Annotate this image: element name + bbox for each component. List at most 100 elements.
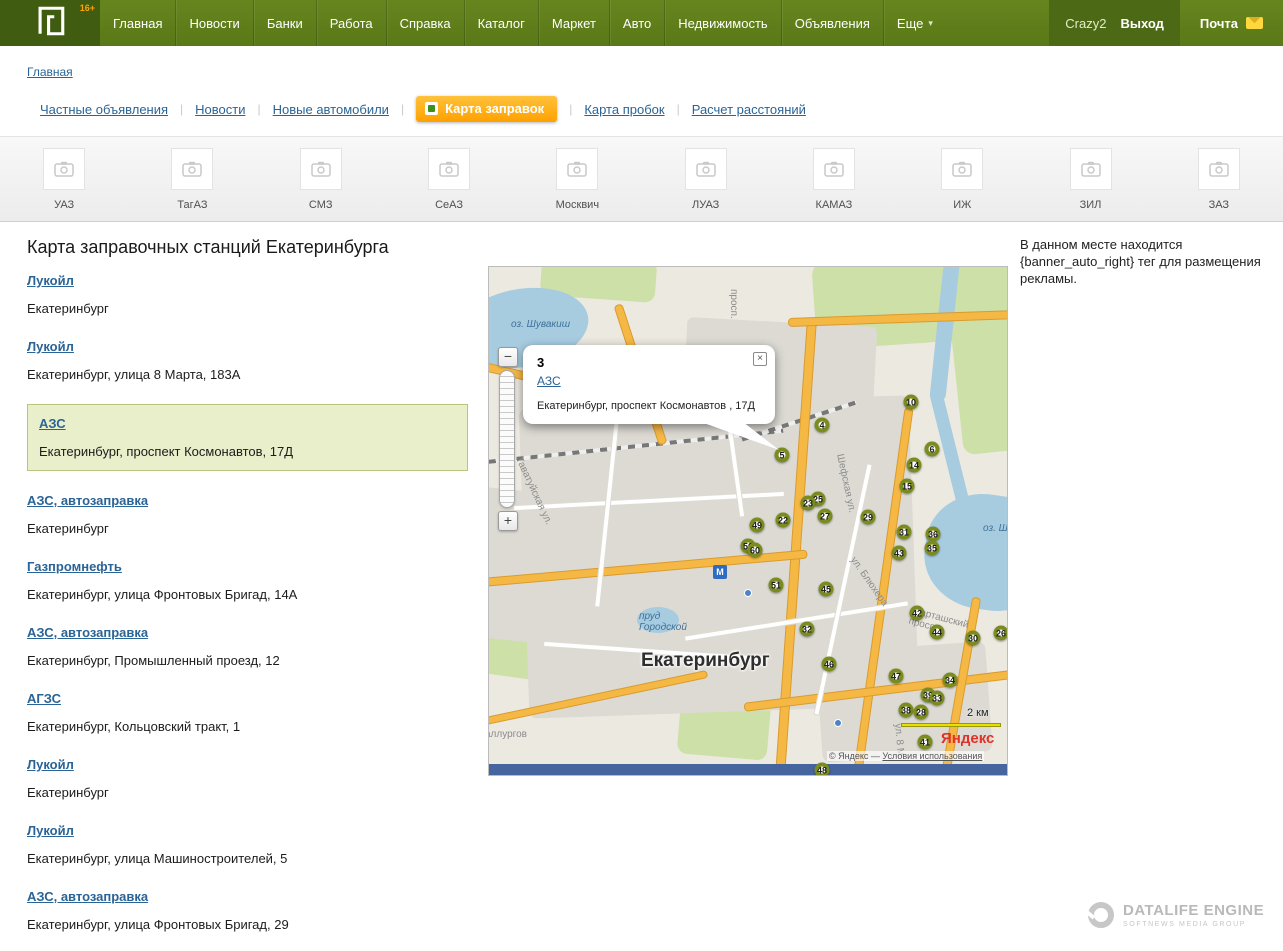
- topnav-item[interactable]: Новости: [175, 0, 252, 46]
- station-link[interactable]: АЗС: [39, 416, 66, 432]
- photo-placeholder-icon: [300, 148, 342, 190]
- station-link[interactable]: Лукойл: [27, 823, 74, 839]
- map-marker[interactable]: 46: [822, 657, 837, 672]
- close-icon[interactable]: ×: [753, 352, 767, 366]
- topnav-item[interactable]: Авто: [609, 0, 664, 46]
- photo-placeholder-icon: [1198, 148, 1240, 190]
- balloon-category-link[interactable]: АЗС: [537, 374, 561, 388]
- map-marker[interactable]: 43: [892, 546, 907, 561]
- map-marker[interactable]: 48: [815, 763, 830, 777]
- map-marker[interactable]: 15: [900, 479, 915, 494]
- brand-item[interactable]: Москвич: [513, 148, 641, 211]
- topnav-item[interactable]: Недвижимость: [664, 0, 780, 46]
- brand-item[interactable]: ИЖ: [898, 148, 1026, 211]
- subnav-active-button[interactable]: Карта заправок: [416, 96, 557, 122]
- map-marker[interactable]: 34: [943, 673, 958, 688]
- station-entry: ЛукойлЕкатеринбург, улица Машиностроител…: [27, 822, 468, 867]
- brand-item[interactable]: СеАЗ: [385, 148, 513, 211]
- site-logo[interactable]: 16+: [0, 0, 100, 46]
- breadcrumb-home-link[interactable]: Главная: [27, 65, 73, 79]
- brand-label: КАМАЗ: [770, 199, 898, 211]
- map-marker[interactable]: 51: [769, 578, 784, 593]
- subnav-link[interactable]: Карта пробок: [584, 102, 664, 117]
- topnav-item[interactable]: Главная: [100, 0, 175, 46]
- izh-logo-icon: [33, 4, 67, 43]
- topnav-item[interactable]: Каталог: [464, 0, 538, 46]
- map-marker[interactable]: 44: [930, 625, 945, 640]
- station-link[interactable]: Газпромнефть: [27, 559, 122, 575]
- yandex-map-canvas[interactable]: М оз. Шувакишоз. Шарташпруд ГородскойЕка…: [488, 266, 1008, 776]
- map-marker[interactable]: 35: [925, 541, 940, 556]
- map-marker[interactable]: 10: [904, 395, 919, 410]
- zoom-in-button[interactable]: +: [498, 511, 518, 531]
- map-marker[interactable]: 32: [800, 622, 815, 637]
- subnav-link[interactable]: Новые автомобили: [273, 102, 389, 117]
- topnav-item[interactable]: Работа: [316, 0, 386, 46]
- map-marker[interactable]: 38: [899, 703, 914, 718]
- logout-link[interactable]: Выход: [1120, 16, 1163, 31]
- brand-label: СМЗ: [257, 199, 385, 211]
- station-entry: АГЗСЕкатеринбург, Кольцовский тракт, 1: [27, 690, 468, 735]
- top-navigation-bar: 16+ ГлавнаяНовостиБанкиРаботаСправкаКата…: [0, 0, 1283, 46]
- age-rating-badge: 16+: [80, 3, 95, 13]
- station-link[interactable]: Лукойл: [27, 757, 74, 773]
- station-link[interactable]: АЗС, автозаправка: [27, 493, 148, 509]
- station-entry: ЛукойлЕкатеринбург, улица 8 Марта, 183А: [27, 338, 468, 383]
- map-marker[interactable]: 28: [914, 705, 929, 720]
- map-marker[interactable]: 36: [926, 527, 941, 542]
- topnav-item-more[interactable]: Еще▾: [883, 0, 946, 46]
- map-marker[interactable]: 4: [815, 418, 830, 433]
- map-marker[interactable]: 30: [966, 631, 981, 646]
- station-link[interactable]: АЗС, автозаправка: [27, 889, 148, 905]
- map-marker[interactable]: 26: [994, 626, 1009, 641]
- station-link[interactable]: АЗС, автозаправка: [27, 625, 148, 641]
- terms-of-use-link[interactable]: Условия использования: [882, 751, 982, 761]
- topnav-item[interactable]: Объявления: [781, 0, 883, 46]
- map-marker[interactable]: 49: [750, 518, 765, 533]
- map-marker[interactable]: 6: [925, 442, 940, 457]
- brand-item[interactable]: УАЗ: [0, 148, 128, 211]
- station-entry: ГазпромнефтьЕкатеринбург, улица Фронтовы…: [27, 558, 468, 603]
- subnav: Частные объявления | Новости | Новые автомоб…: [40, 96, 1283, 122]
- brand-item[interactable]: ТагАЗ: [128, 148, 256, 211]
- station-link[interactable]: Лукойл: [27, 273, 74, 289]
- subnav-link[interactable]: Расчет расстояний: [692, 102, 806, 117]
- map-marker[interactable]: 47: [889, 669, 904, 684]
- brand-label: Москвич: [513, 199, 641, 211]
- map-marker[interactable]: 14: [907, 458, 922, 473]
- map-marker[interactable]: 60: [748, 543, 763, 558]
- brand-strip: УАЗТагАЗСМЗСеАЗМосквичЛУАЗКАМАЗИЖЗИЛЗАЗ: [0, 136, 1283, 222]
- topnav-item[interactable]: Справка: [386, 0, 464, 46]
- map-scale-label: 2 км: [967, 707, 989, 719]
- station-address: Екатеринбург, проспект Космонавтов, 17Д: [39, 444, 456, 460]
- zoom-out-button[interactable]: −: [498, 347, 518, 367]
- brand-item[interactable]: ЗАЗ: [1155, 148, 1283, 211]
- station-link[interactable]: АГЗС: [27, 691, 61, 707]
- topnav-item[interactable]: Маркет: [538, 0, 609, 46]
- map-marker[interactable]: 33: [930, 691, 945, 706]
- map-marker[interactable]: 31: [897, 525, 912, 540]
- subnav-link[interactable]: Частные объявления: [40, 102, 168, 117]
- mail-link[interactable]: Почта: [1180, 0, 1283, 46]
- station-link[interactable]: Лукойл: [27, 339, 74, 355]
- map-marker[interactable]: 41: [918, 735, 933, 750]
- map-marker[interactable]: 27: [818, 509, 833, 524]
- map-marker[interactable]: 23: [801, 496, 816, 511]
- subnav-separator: |: [257, 102, 260, 116]
- breadcrumb: Главная: [0, 46, 1283, 81]
- yandex-logo[interactable]: Яндекс: [941, 730, 994, 747]
- balloon-number: 3: [537, 355, 761, 370]
- map-marker[interactable]: 42: [910, 606, 925, 621]
- map-marker[interactable]: 45: [819, 582, 834, 597]
- brand-item[interactable]: ЗИЛ: [1026, 148, 1154, 211]
- map-marker[interactable]: 22: [776, 513, 791, 528]
- zoom-slider[interactable]: [499, 370, 515, 508]
- brand-item[interactable]: СМЗ: [257, 148, 385, 211]
- brand-item[interactable]: КАМАЗ: [770, 148, 898, 211]
- username-link[interactable]: Crazy2: [1065, 16, 1106, 31]
- map-marker[interactable]: 29: [861, 510, 876, 525]
- subnav-separator: |: [180, 102, 183, 116]
- subnav-link[interactable]: Новости: [195, 102, 245, 117]
- topnav-item[interactable]: Банки: [253, 0, 316, 46]
- brand-item[interactable]: ЛУАЗ: [641, 148, 769, 211]
